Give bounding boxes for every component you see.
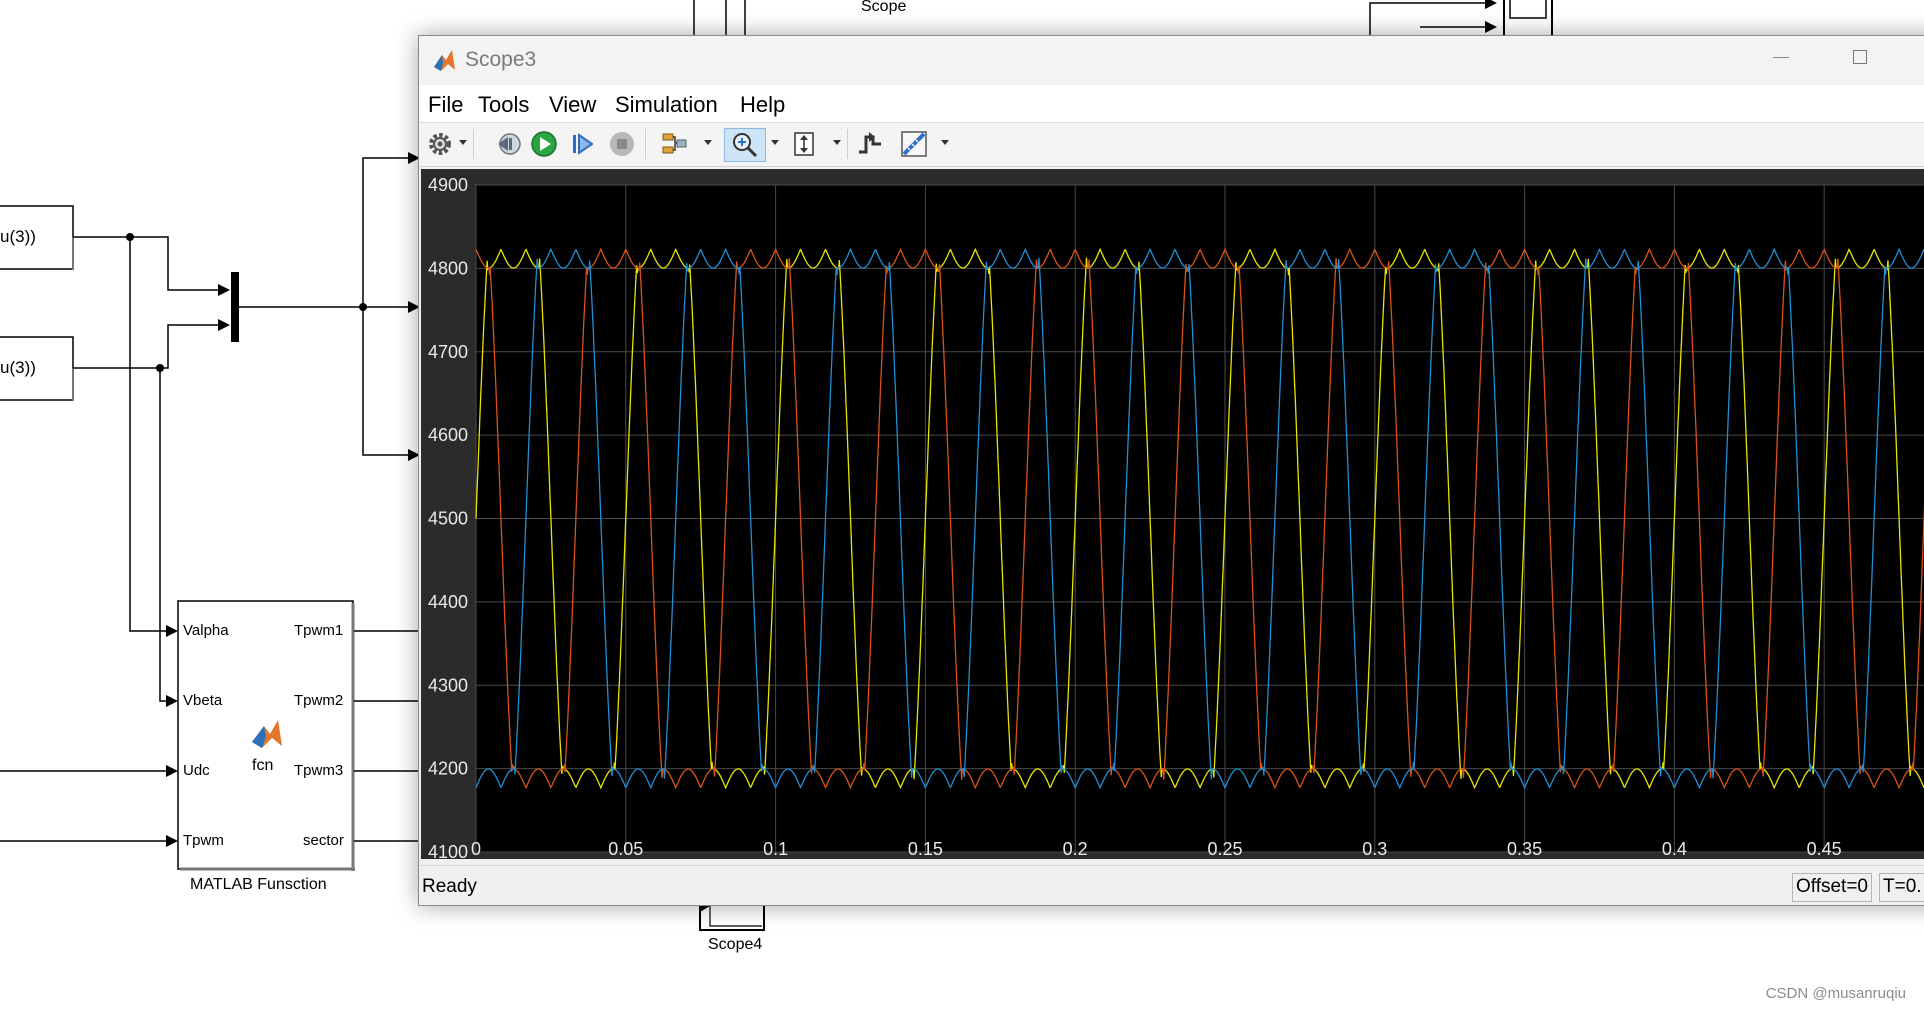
autoscale-icon bbox=[794, 132, 814, 156]
triggers-button[interactable] bbox=[855, 128, 885, 160]
menu-help[interactable]: Help bbox=[740, 92, 785, 118]
run-button[interactable] bbox=[529, 128, 559, 160]
port-out-tpwm1: Tpwm1 bbox=[294, 622, 344, 639]
autoscale-dropdown[interactable] bbox=[833, 140, 841, 145]
y-tick-label: 4700 bbox=[428, 342, 468, 362]
settings-dropdown[interactable] bbox=[459, 140, 467, 145]
measurements-dropdode[interactable] bbox=[941, 140, 949, 145]
x-tick-label: 0.2 bbox=[1063, 839, 1088, 859]
matlab-function-title: MATLAB Funsction bbox=[190, 876, 327, 893]
x-tick-label: 0.25 bbox=[1207, 839, 1242, 859]
menu-file[interactable]: File bbox=[428, 92, 463, 118]
y-tick-label: 4300 bbox=[428, 675, 468, 695]
maximize-button[interactable] bbox=[1839, 42, 1879, 72]
x-tick-label: 0.3 bbox=[1362, 839, 1387, 859]
window-title: Scope3 bbox=[465, 48, 537, 71]
scope-label: Scope bbox=[861, 0, 907, 15]
signal-selector-dropdown[interactable] bbox=[704, 140, 712, 145]
mux-block bbox=[231, 272, 239, 342]
port-out-tpwm3: Tpwm3 bbox=[294, 762, 344, 779]
y-tick-label: 4100 bbox=[428, 842, 468, 859]
menu-simulation[interactable]: Simulation bbox=[615, 92, 718, 118]
toolbar bbox=[419, 123, 1924, 167]
port-in-vbeta: Vbeta bbox=[183, 692, 223, 709]
fcn-center-label: fcn bbox=[252, 757, 274, 774]
x-tick-label: 0.15 bbox=[908, 839, 943, 859]
triggers-icon bbox=[859, 132, 881, 154]
plot-area[interactable]: 4100 4200 4300 4400 4500 4600 4700 4800 4900 0 0.0… bbox=[421, 169, 1924, 862]
settings-icon bbox=[429, 133, 451, 155]
settings-button[interactable] bbox=[425, 128, 455, 160]
step-forward-button[interactable] bbox=[567, 128, 597, 160]
zoom-dropdown[interactable] bbox=[771, 140, 779, 145]
x-tick-label: 0.4 bbox=[1662, 839, 1687, 859]
scope4-label: Scope4 bbox=[708, 936, 763, 953]
port-in-udc: Udc bbox=[183, 762, 210, 779]
zoom-in-button[interactable] bbox=[724, 128, 766, 162]
fcn-block-2-text: u(3)) bbox=[0, 358, 36, 377]
scope-window: Scope3 ✕ File Tools View Simulation Help bbox=[418, 35, 1924, 906]
autoscale-button[interactable] bbox=[789, 128, 819, 160]
stop-button[interactable] bbox=[607, 128, 637, 160]
minimize-button[interactable] bbox=[1761, 42, 1801, 72]
x-tick-label: 0.35 bbox=[1507, 839, 1542, 859]
offset-field: Offset=0 bbox=[1792, 873, 1873, 902]
measurements-button[interactable] bbox=[897, 128, 931, 160]
port-out-tpwm2: Tpwm2 bbox=[294, 692, 344, 709]
x-tick-label: 0.1 bbox=[763, 839, 788, 859]
signal-selector-icon bbox=[662, 133, 687, 154]
port-in-tpwm: Tpwm bbox=[183, 832, 224, 849]
zoom-in-icon bbox=[733, 133, 758, 158]
title-bar[interactable]: Scope3 ✕ bbox=[419, 36, 1924, 85]
menu-tools[interactable]: Tools bbox=[478, 92, 529, 118]
menu-bar: File Tools View Simulation Help bbox=[419, 85, 1924, 123]
menu-view[interactable]: View bbox=[549, 92, 596, 118]
stop-icon bbox=[610, 132, 634, 156]
port-out-sector: sector bbox=[303, 832, 344, 849]
measurements-icon bbox=[901, 131, 927, 157]
y-tick-label: 4800 bbox=[428, 258, 468, 278]
signal-selector-button[interactable] bbox=[659, 128, 689, 160]
step-back-icon bbox=[498, 133, 521, 155]
chart[interactable]: 4100 4200 4300 4400 4500 4600 4700 4800 4900 0 0.0… bbox=[421, 169, 1924, 862]
step-back-button[interactable] bbox=[493, 128, 523, 160]
fcn-block-1-text: u(3)) bbox=[0, 227, 36, 246]
close-button[interactable]: ✕ bbox=[1915, 42, 1924, 72]
x-tick-label: 0.45 bbox=[1807, 839, 1842, 859]
y-tick-label: 4500 bbox=[428, 509, 468, 529]
run-icon bbox=[531, 131, 557, 157]
status-text: Ready bbox=[422, 876, 477, 897]
time-field: T=0. bbox=[1879, 873, 1924, 902]
step-forward-icon bbox=[573, 133, 594, 155]
watermark: CSDN @musanruqiu bbox=[1765, 985, 1906, 1002]
port-in-valpha: Valpha bbox=[183, 622, 229, 639]
y-tick-label: 4400 bbox=[428, 592, 468, 612]
x-tick-label: 0 bbox=[471, 839, 481, 859]
status-bar: Ready Offset=0 T=0. bbox=[419, 865, 1924, 905]
y-tick-label: 4900 bbox=[428, 175, 468, 195]
x-tick-label: 0.05 bbox=[608, 839, 643, 859]
y-tick-label: 4600 bbox=[428, 425, 468, 445]
matlab-logo-icon bbox=[434, 50, 455, 71]
y-tick-label: 4200 bbox=[428, 759, 468, 779]
